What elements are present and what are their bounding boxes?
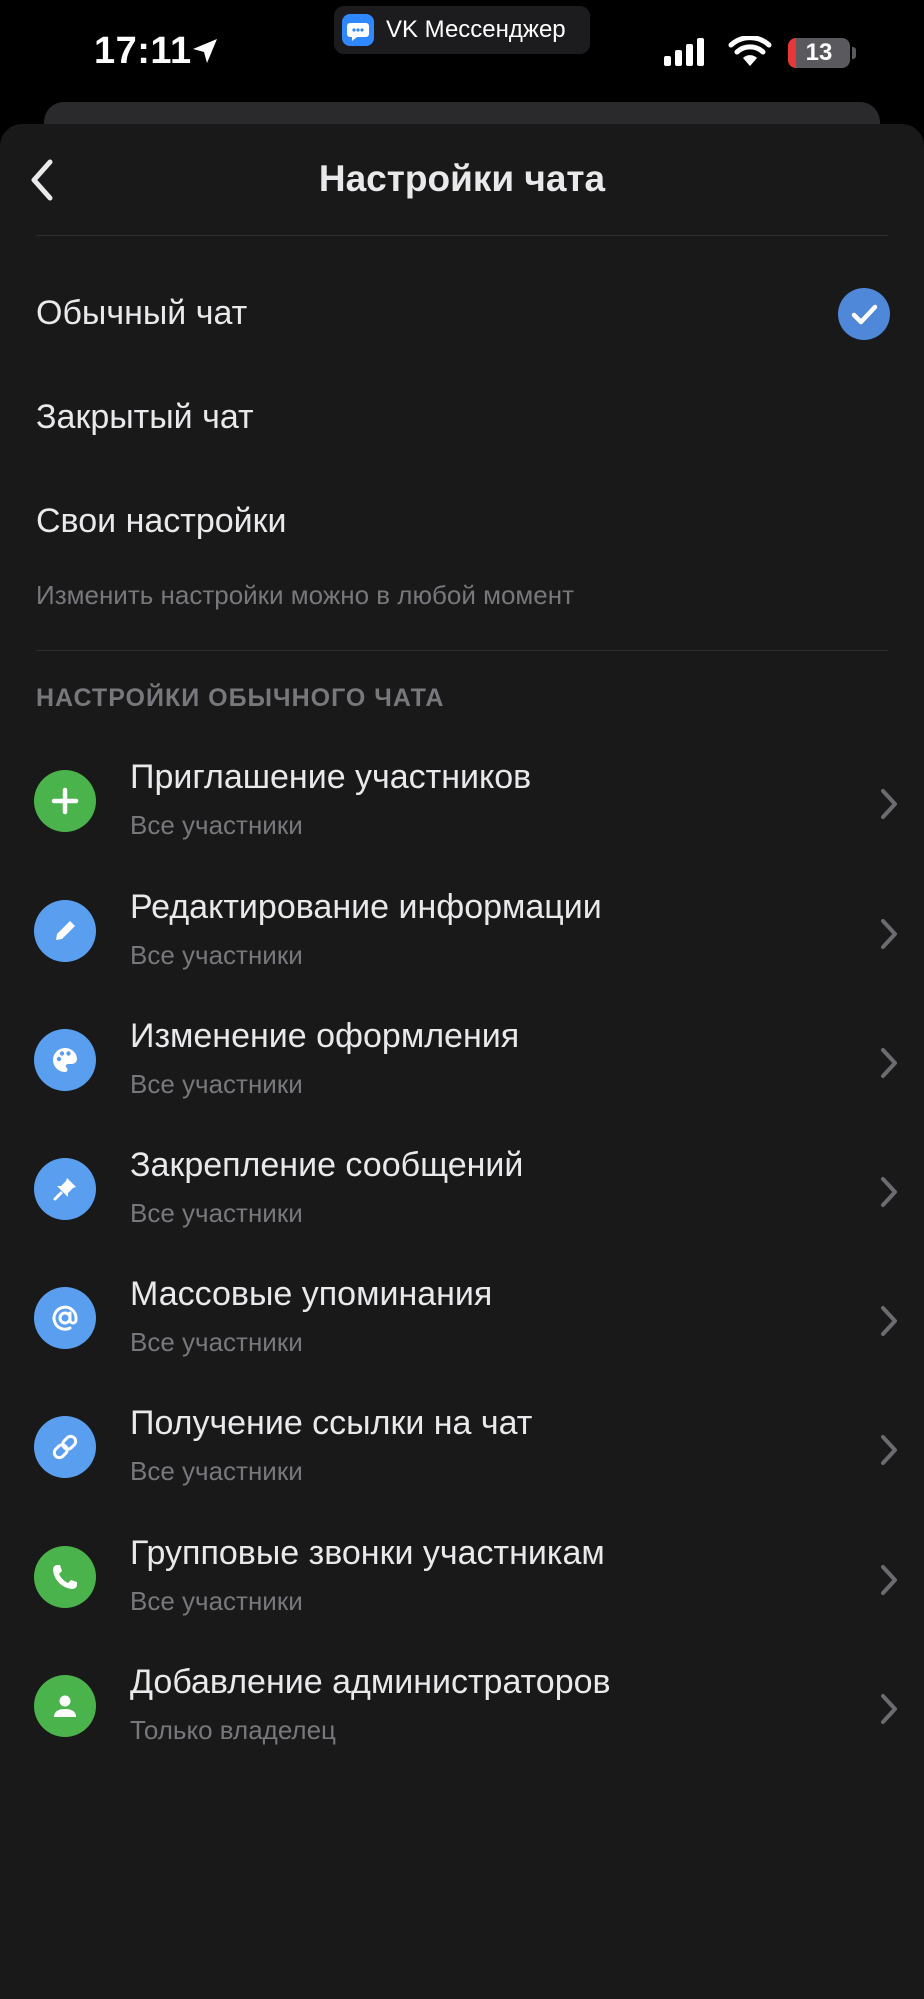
permission-value: Все участники	[130, 1456, 303, 1486]
permission-row-group-calls[interactable]: Групповые звонки участникам Все участник…	[0, 1518, 924, 1648]
chat-type-option-normal[interactable]: Обычный чат	[0, 262, 924, 366]
permission-title: Закрепление сообщений	[130, 1146, 524, 1184]
section-header: НАСТРОЙКИ ОБЫЧНОГО ЧАТА	[36, 684, 445, 712]
permission-title: Приглашение участников	[130, 758, 532, 796]
permission-title: Изменение оформления	[130, 1017, 520, 1055]
pin-icon	[34, 1158, 96, 1220]
pencil-icon	[34, 900, 96, 962]
permission-title: Получение ссылки на чат	[130, 1404, 533, 1442]
chat-type-label: Закрытый чат	[36, 398, 254, 436]
permission-value: Все участники	[130, 940, 303, 970]
permission-value: Все участники	[130, 1069, 303, 1099]
status-bar: 17:11 VK Мессенджер 13	[0, 0, 924, 110]
permission-row-edit-info[interactable]: Редактирование информации Все участники	[0, 872, 924, 1002]
phone-icon	[34, 1546, 96, 1608]
status-time: 17:11	[94, 30, 192, 72]
permission-row-pin-messages[interactable]: Закрепление сообщений Все участники	[0, 1130, 924, 1260]
battery-percent: 13	[805, 39, 833, 66]
page-title: Настройки чата	[318, 158, 606, 199]
chevron-right-icon	[878, 1691, 900, 1732]
header-divider	[36, 235, 888, 236]
battery-indicator: 13	[788, 38, 850, 68]
app-name: VK Мессенджер	[386, 16, 566, 43]
permission-title: Групповые звонки участникам	[130, 1534, 605, 1572]
permission-title: Массовые упоминания	[130, 1275, 493, 1313]
permission-value: Все участники	[130, 810, 303, 840]
wifi-icon	[728, 35, 772, 73]
plus-icon	[34, 770, 96, 832]
location-arrow-icon	[190, 36, 220, 71]
permission-value: Все участники	[130, 1198, 303, 1228]
chat-type-label: Обычный чат	[36, 294, 248, 332]
permission-value: Только владелец	[130, 1715, 336, 1745]
chevron-right-icon	[878, 916, 900, 957]
link-icon	[34, 1416, 96, 1478]
palette-icon	[34, 1029, 96, 1091]
navigation-bar: Настройки чата	[0, 124, 924, 236]
permission-title: Добавление администраторов	[130, 1663, 611, 1701]
permission-value: Все участники	[130, 1586, 303, 1616]
permission-title: Редактирование информации	[130, 888, 602, 926]
cellular-signal-icon	[664, 38, 706, 71]
chat-type-label: Свои настройки	[36, 502, 287, 540]
permission-row-chat-link[interactable]: Получение ссылки на чат Все участники	[0, 1388, 924, 1518]
permission-row-mass-mentions[interactable]: Массовые упоминания Все участники	[0, 1259, 924, 1389]
at-sign-icon	[34, 1287, 96, 1349]
chat-type-option-closed[interactable]: Закрытый чат	[0, 366, 924, 470]
permission-value: Все участники	[130, 1327, 303, 1357]
checkmark-icon	[838, 288, 890, 340]
vk-messenger-app-icon	[342, 14, 374, 46]
chat-type-option-custom[interactable]: Свои настройки	[0, 470, 924, 574]
chevron-right-icon	[878, 1562, 900, 1603]
chevron-right-icon	[878, 1432, 900, 1473]
chevron-right-icon	[878, 786, 900, 827]
chevron-right-icon	[878, 1303, 900, 1344]
permission-row-add-admins[interactable]: Добавление администраторов Только владел…	[0, 1647, 924, 1777]
current-app-pill[interactable]: VK Мессенджер	[334, 6, 590, 54]
section-divider	[36, 650, 888, 651]
chat-type-hint: Изменить настройки можно в любой момент	[36, 580, 575, 610]
battery-cap	[852, 47, 856, 59]
chevron-right-icon	[878, 1045, 900, 1086]
user-icon	[34, 1675, 96, 1737]
permission-row-invite-members[interactable]: Приглашение участников Все участники	[0, 742, 924, 872]
permission-row-change-appearance[interactable]: Изменение оформления Все участники	[0, 1001, 924, 1131]
chevron-right-icon	[878, 1174, 900, 1215]
